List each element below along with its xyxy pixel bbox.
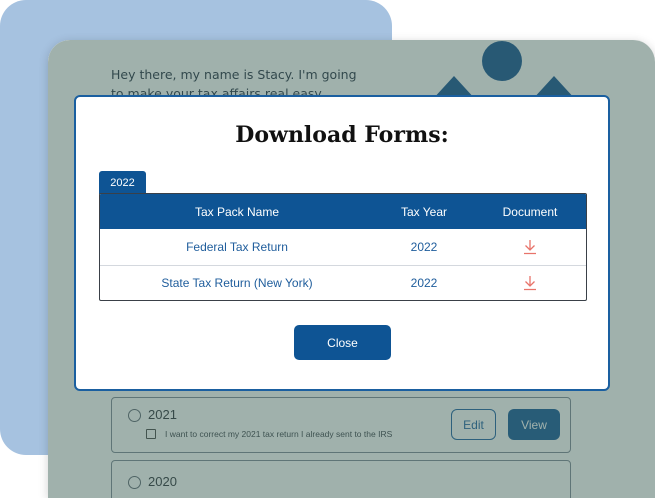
tab-2022[interactable]: 2022	[99, 171, 146, 194]
download-forms-modal: Download Forms: 2022 Tax Pack Name Tax Y…	[74, 95, 610, 391]
table-header: Tax Pack Name Tax Year Document	[100, 194, 586, 229]
column-header-year: Tax Year	[400, 204, 448, 219]
column-header-document: Document	[502, 204, 558, 219]
document-cell	[474, 229, 586, 265]
document-cell	[474, 265, 586, 300]
tax-pack-name[interactable]: State Tax Return (New York)	[100, 265, 374, 300]
column-header-name: Tax Pack Name	[194, 204, 280, 219]
tax-year: 2022	[410, 276, 438, 290]
table-row: Federal Tax Return 2022	[100, 229, 586, 266]
download-icon[interactable]	[523, 275, 537, 291]
table-row: State Tax Return (New York) 2022	[100, 265, 586, 300]
download-icon[interactable]	[523, 239, 537, 255]
modal-title: Download Forms:	[235, 122, 449, 148]
tax-pack-name[interactable]: Federal Tax Return	[100, 229, 374, 265]
close-button[interactable]: Close	[294, 325, 391, 360]
forms-table: Tax Pack Name Tax Year Document Federal …	[99, 193, 587, 301]
tax-year: 2022	[410, 240, 438, 254]
